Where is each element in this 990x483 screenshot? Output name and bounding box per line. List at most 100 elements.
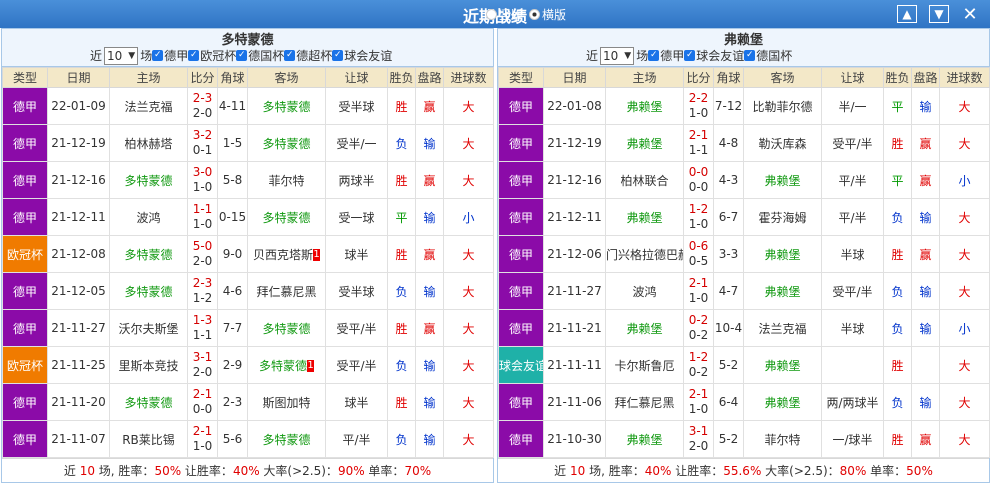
- home-team[interactable]: RB莱比锡: [109, 420, 188, 458]
- filter-checkbox[interactable]: ✓: [332, 50, 344, 61]
- home-team[interactable]: 多特蒙德: [109, 272, 188, 310]
- home-team[interactable]: 卡尔斯鲁厄: [605, 346, 684, 384]
- score-cell[interactable]: 2-3 1-2: [187, 272, 218, 310]
- table-row[interactable]: 德甲 21-11-06 拜仁慕尼黑 2-1 1-0 6-4 弗赖堡 两/两球半负输大: [498, 383, 990, 421]
- away-team-cell[interactable]: 法兰克福: [743, 309, 822, 347]
- filter-label[interactable]: 德超杯: [296, 47, 332, 64]
- away-team-cell[interactable]: 多特蒙德: [247, 198, 326, 236]
- filter-label[interactable]: 德甲: [660, 47, 684, 64]
- away-team-cell[interactable]: 多特蒙德: [247, 309, 326, 347]
- score-cell[interactable]: 2-1 1-1: [683, 124, 714, 162]
- home-team[interactable]: 法兰克福: [109, 87, 188, 125]
- score-cell[interactable]: 3-1 2-0: [187, 346, 218, 384]
- score-cell[interactable]: 3-1 2-0: [683, 420, 714, 458]
- filter-label[interactable]: 欧冠杯: [200, 47, 236, 64]
- table-row[interactable]: 德甲 21-10-30 弗赖堡 3-1 2-0 5-2 菲尔特 一/球半胜赢大: [498, 420, 990, 458]
- away-team-cell[interactable]: 弗赖堡: [743, 235, 822, 273]
- home-team[interactable]: 拜仁慕尼黑: [605, 383, 684, 421]
- score-cell[interactable]: 0-6 0-5: [683, 235, 714, 273]
- move-up-button[interactable]: ▲: [897, 5, 917, 23]
- score-cell[interactable]: 2-2 1-0: [683, 87, 714, 125]
- table-row[interactable]: 德甲 21-12-11 弗赖堡 1-2 1-0 6-7 霍芬海姆 平/半负输大: [498, 198, 990, 236]
- filter-label[interactable]: 德甲: [164, 47, 188, 64]
- table-row[interactable]: 欧冠杯 21-12-08 多特蒙德 5-0 2-0 9-0 贝西克塔斯1 球半胜赢大: [2, 235, 494, 273]
- away-team-cell[interactable]: 菲尔特: [743, 420, 822, 458]
- home-team[interactable]: 柏林赫塔: [109, 124, 188, 162]
- home-team[interactable]: 弗赖堡: [605, 309, 684, 347]
- score-cell[interactable]: 1-2 0-2: [683, 346, 714, 384]
- away-team-cell[interactable]: 多特蒙德1: [247, 346, 326, 384]
- score-cell[interactable]: 0-2 0-2: [683, 309, 714, 347]
- filter-checkbox[interactable]: ✓: [284, 50, 296, 61]
- score-cell[interactable]: 1-1 1-0: [187, 198, 218, 236]
- table-row[interactable]: 德甲 22-01-08 弗赖堡 2-2 1-0 7-12 比勒菲尔德 半/一平输大: [498, 87, 990, 125]
- radio-vertical-label[interactable]: 竖版: [499, 6, 523, 23]
- score-cell[interactable]: 1-2 1-0: [683, 198, 714, 236]
- table-row[interactable]: 欧冠杯 21-11-25 里斯本竞技 3-1 2-0 2-9 多特蒙德1 受平/半负输大: [2, 346, 494, 384]
- home-team[interactable]: 沃尔夫斯堡: [109, 309, 188, 347]
- away-team-cell[interactable]: 多特蒙德: [247, 124, 326, 162]
- table-row[interactable]: 德甲 21-12-16 柏林联合 0-0 0-0 4-3 弗赖堡 平/半平赢小: [498, 161, 990, 199]
- home-team[interactable]: 弗赖堡: [605, 87, 684, 125]
- score-cell[interactable]: 2-1 1-0: [683, 272, 714, 310]
- filter-label[interactable]: 德国杯: [756, 47, 792, 64]
- score-cell[interactable]: 2-1 0-0: [187, 383, 218, 421]
- radio-horizontal-label[interactable]: 横版: [542, 6, 566, 23]
- away-team-cell[interactable]: 勒沃库森: [743, 124, 822, 162]
- away-team-cell[interactable]: 菲尔特: [247, 161, 326, 199]
- table-row[interactable]: 德甲 21-11-07 RB莱比锡 2-1 1-0 5-6 多特蒙德 平/半负输大: [2, 420, 494, 458]
- away-team-cell[interactable]: 斯图加特: [247, 383, 326, 421]
- table-row[interactable]: 德甲 21-12-06 门兴格拉德巴赫 0-6 0-5 3-3 弗赖堡 半球胜赢大: [498, 235, 990, 273]
- count-select[interactable]: 10 ▼: [600, 46, 635, 65]
- away-team-cell[interactable]: 弗赖堡: [743, 161, 822, 199]
- move-down-button[interactable]: ▼: [929, 5, 949, 23]
- filter-checkbox[interactable]: ✓: [236, 50, 248, 61]
- home-team[interactable]: 柏林联合: [605, 161, 684, 199]
- table-row[interactable]: 德甲 22-01-09 法兰克福 2-3 2-0 4-11 多特蒙德 受半球胜赢大: [2, 87, 494, 125]
- score-cell[interactable]: 0-0 0-0: [683, 161, 714, 199]
- away-team-cell[interactable]: 霍芬海姆: [743, 198, 822, 236]
- filter-checkbox[interactable]: ✓: [684, 50, 696, 61]
- score-cell[interactable]: 2-1 1-0: [187, 420, 218, 458]
- filter-checkbox[interactable]: ✓: [188, 50, 200, 61]
- away-team-cell[interactable]: 弗赖堡: [743, 272, 822, 310]
- filter-label[interactable]: 球会友谊: [696, 47, 744, 64]
- table-row[interactable]: 德甲 21-11-20 多特蒙德 2-1 0-0 2-3 斯图加特 球半胜输大: [2, 383, 494, 421]
- score-cell[interactable]: 3-2 0-1: [187, 124, 218, 162]
- filter-checkbox[interactable]: ✓: [648, 50, 660, 61]
- away-team-cell[interactable]: 比勒菲尔德: [743, 87, 822, 125]
- home-team[interactable]: 里斯本竞技: [109, 346, 188, 384]
- table-row[interactable]: 德甲 21-12-19 弗赖堡 2-1 1-1 4-8 勒沃库森 受平/半胜赢大: [498, 124, 990, 162]
- table-row[interactable]: 德甲 21-11-27 沃尔夫斯堡 1-3 1-1 7-7 多特蒙德 受平/半胜赢大: [2, 309, 494, 347]
- away-team-cell[interactable]: 多特蒙德: [247, 420, 326, 458]
- score-cell[interactable]: 5-0 2-0: [187, 235, 218, 273]
- score-cell[interactable]: 2-1 1-0: [683, 383, 714, 421]
- filter-checkbox[interactable]: ✓: [744, 50, 756, 61]
- table-row[interactable]: 德甲 21-11-21 弗赖堡 0-2 0-2 10-4 法兰克福 半球负输小: [498, 309, 990, 347]
- away-team-cell[interactable]: 贝西克塔斯1: [247, 235, 326, 273]
- filter-checkbox[interactable]: ✓: [152, 50, 164, 61]
- table-row[interactable]: 德甲 21-12-19 柏林赫塔 3-2 0-1 1-5 多特蒙德 受半/一负输大: [2, 124, 494, 162]
- count-select[interactable]: 10 ▼: [104, 46, 139, 65]
- filter-label[interactable]: 球会友谊: [344, 47, 392, 64]
- score-cell[interactable]: 2-3 2-0: [187, 87, 218, 125]
- home-team[interactable]: 弗赖堡: [605, 198, 684, 236]
- radio-vertical[interactable]: [486, 9, 497, 20]
- away-team-cell[interactable]: 弗赖堡: [743, 346, 822, 384]
- away-team-cell[interactable]: 拜仁慕尼黑: [247, 272, 326, 310]
- home-team[interactable]: 多特蒙德: [109, 383, 188, 421]
- home-team[interactable]: 多特蒙德: [109, 235, 188, 273]
- table-row[interactable]: 球会友谊 21-11-11 卡尔斯鲁厄 1-2 0-2 5-2 弗赖堡胜大: [498, 346, 990, 384]
- home-team[interactable]: 弗赖堡: [605, 124, 684, 162]
- close-button[interactable]: ✕: [960, 4, 980, 25]
- home-team[interactable]: 门兴格拉德巴赫: [605, 235, 684, 273]
- score-cell[interactable]: 3-0 1-0: [187, 161, 218, 199]
- home-team[interactable]: 弗赖堡: [605, 420, 684, 458]
- home-team[interactable]: 多特蒙德: [109, 161, 188, 199]
- table-row[interactable]: 德甲 21-12-16 多特蒙德 3-0 1-0 5-8 菲尔特 两球半胜赢大: [2, 161, 494, 199]
- score-cell[interactable]: 1-3 1-1: [187, 309, 218, 347]
- table-row[interactable]: 德甲 21-12-05 多特蒙德 2-3 1-2 4-6 拜仁慕尼黑 受半球负输大: [2, 272, 494, 310]
- filter-label[interactable]: 德国杯: [248, 47, 284, 64]
- away-team-cell[interactable]: 多特蒙德: [247, 87, 326, 125]
- table-row[interactable]: 德甲 21-12-11 波鸿 1-1 1-0 0-15 多特蒙德 受一球平输小: [2, 198, 494, 236]
